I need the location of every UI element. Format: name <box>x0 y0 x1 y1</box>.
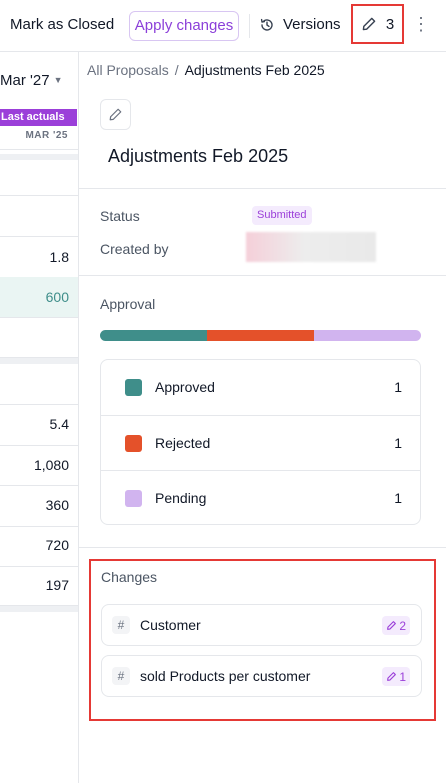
row-divider <box>0 195 78 196</box>
breadcrumb: All Proposals / Adjustments Feb 2025 <box>87 62 325 78</box>
background-table: Mar '27 ▼ Last actuals MAR '25 1.8 600 5.… <box>0 52 79 783</box>
table-cell[interactable]: 720 <box>46 537 69 553</box>
breadcrumb-current: Adjustments Feb 2025 <box>184 62 325 78</box>
apply-changes-button[interactable]: Apply changes <box>129 11 239 41</box>
table-cell[interactable]: 1.8 <box>50 249 69 265</box>
approval-legend: Approved 1 Rejected 1 Pending 1 <box>100 359 421 525</box>
pencil-icon <box>362 17 376 31</box>
row-divider <box>0 404 78 405</box>
change-count-badge: 2 <box>382 616 410 635</box>
changes-heading: Changes <box>101 569 158 585</box>
proposal-detail-panel: All Proposals / Adjustments Feb 2025 Adjus… <box>79 52 446 783</box>
row-divider <box>0 445 78 446</box>
change-count: 2 <box>399 618 406 633</box>
status-badge: Submitted <box>252 206 312 225</box>
row-divider <box>0 485 78 486</box>
row-divider <box>0 526 78 527</box>
change-item-sold-products[interactable]: # sold Products per customer 1 <box>101 655 422 697</box>
last-actuals-badge: Last actuals <box>0 109 77 126</box>
hash-icon: # <box>112 616 130 634</box>
section-divider <box>79 188 446 189</box>
changes-count-button[interactable]: 3 <box>351 4 404 44</box>
group-band <box>0 358 78 364</box>
month-label: Mar '27 <box>0 72 50 89</box>
change-item-customer[interactable]: # Customer 2 <box>101 604 422 646</box>
section-divider <box>79 275 446 276</box>
approval-bar-segment-rejected <box>206 330 314 341</box>
column-sub-header: MAR '25 <box>25 130 68 141</box>
edit-title-button[interactable] <box>100 99 131 130</box>
approval-bar-segment-approved <box>100 330 207 341</box>
change-count-badge: 1 <box>382 667 410 686</box>
pending-swatch <box>125 490 142 507</box>
caret-down-icon: ▼ <box>53 75 63 85</box>
legend-count: 1 <box>394 435 402 451</box>
status-label: Status <box>100 208 140 224</box>
approval-bar-segment-pending <box>313 330 421 341</box>
legend-label: Pending <box>155 490 207 506</box>
legend-count: 1 <box>394 490 402 506</box>
legend-label: Approved <box>155 379 215 395</box>
top-toolbar: Mark as Closed Apply changes Versions 3 … <box>0 0 446 52</box>
table-cell[interactable]: 5.4 <box>50 416 69 432</box>
approved-swatch <box>125 379 142 396</box>
table-cell[interactable]: 360 <box>46 497 69 513</box>
toolbar-divider <box>249 14 250 38</box>
proposal-title: Adjustments Feb 2025 <box>108 146 289 166</box>
legend-count: 1 <box>394 379 402 395</box>
changes-section: Changes # Customer 2 # sold Products per… <box>89 559 436 721</box>
row-divider <box>0 149 78 150</box>
legend-row-approved: Approved 1 <box>101 360 420 415</box>
versions-button[interactable]: Versions <box>259 16 341 33</box>
pencil-icon <box>387 621 397 630</box>
history-icon <box>260 18 273 31</box>
created-by-label: Created by <box>100 241 169 257</box>
more-options-icon[interactable]: ⋮ <box>412 14 430 35</box>
approval-progress-bar <box>100 330 421 341</box>
legend-row-pending: Pending 1 <box>101 470 420 525</box>
table-cell[interactable]: 197 <box>46 577 69 593</box>
table-cell[interactable]: 600 <box>46 289 69 305</box>
breadcrumb-all-proposals[interactable]: All Proposals <box>87 62 169 78</box>
mark-as-closed-button[interactable]: Mark as Closed <box>10 16 114 33</box>
legend-row-rejected: Rejected 1 <box>101 415 420 470</box>
pencil-icon <box>109 108 122 121</box>
approval-heading: Approval <box>100 296 156 312</box>
section-divider <box>79 547 446 548</box>
month-selector[interactable]: Mar '27 ▼ <box>0 72 62 89</box>
row-divider <box>0 317 78 318</box>
breadcrumb-separator: / <box>174 62 179 78</box>
row-divider <box>0 236 78 237</box>
change-item-label: Customer <box>140 617 201 633</box>
group-band <box>0 606 78 612</box>
table-cell[interactable]: 1,080 <box>34 457 69 473</box>
rejected-swatch <box>125 435 142 452</box>
hash-icon: # <box>112 667 130 685</box>
group-band <box>0 154 78 160</box>
versions-label: Versions <box>283 16 341 33</box>
changes-count: 3 <box>385 15 395 33</box>
row-divider <box>0 566 78 567</box>
creator-avatar-blurred <box>246 232 376 262</box>
change-count: 1 <box>399 669 406 684</box>
change-item-label: sold Products per customer <box>140 668 311 684</box>
legend-label: Rejected <box>155 435 211 451</box>
pencil-icon <box>387 672 397 681</box>
